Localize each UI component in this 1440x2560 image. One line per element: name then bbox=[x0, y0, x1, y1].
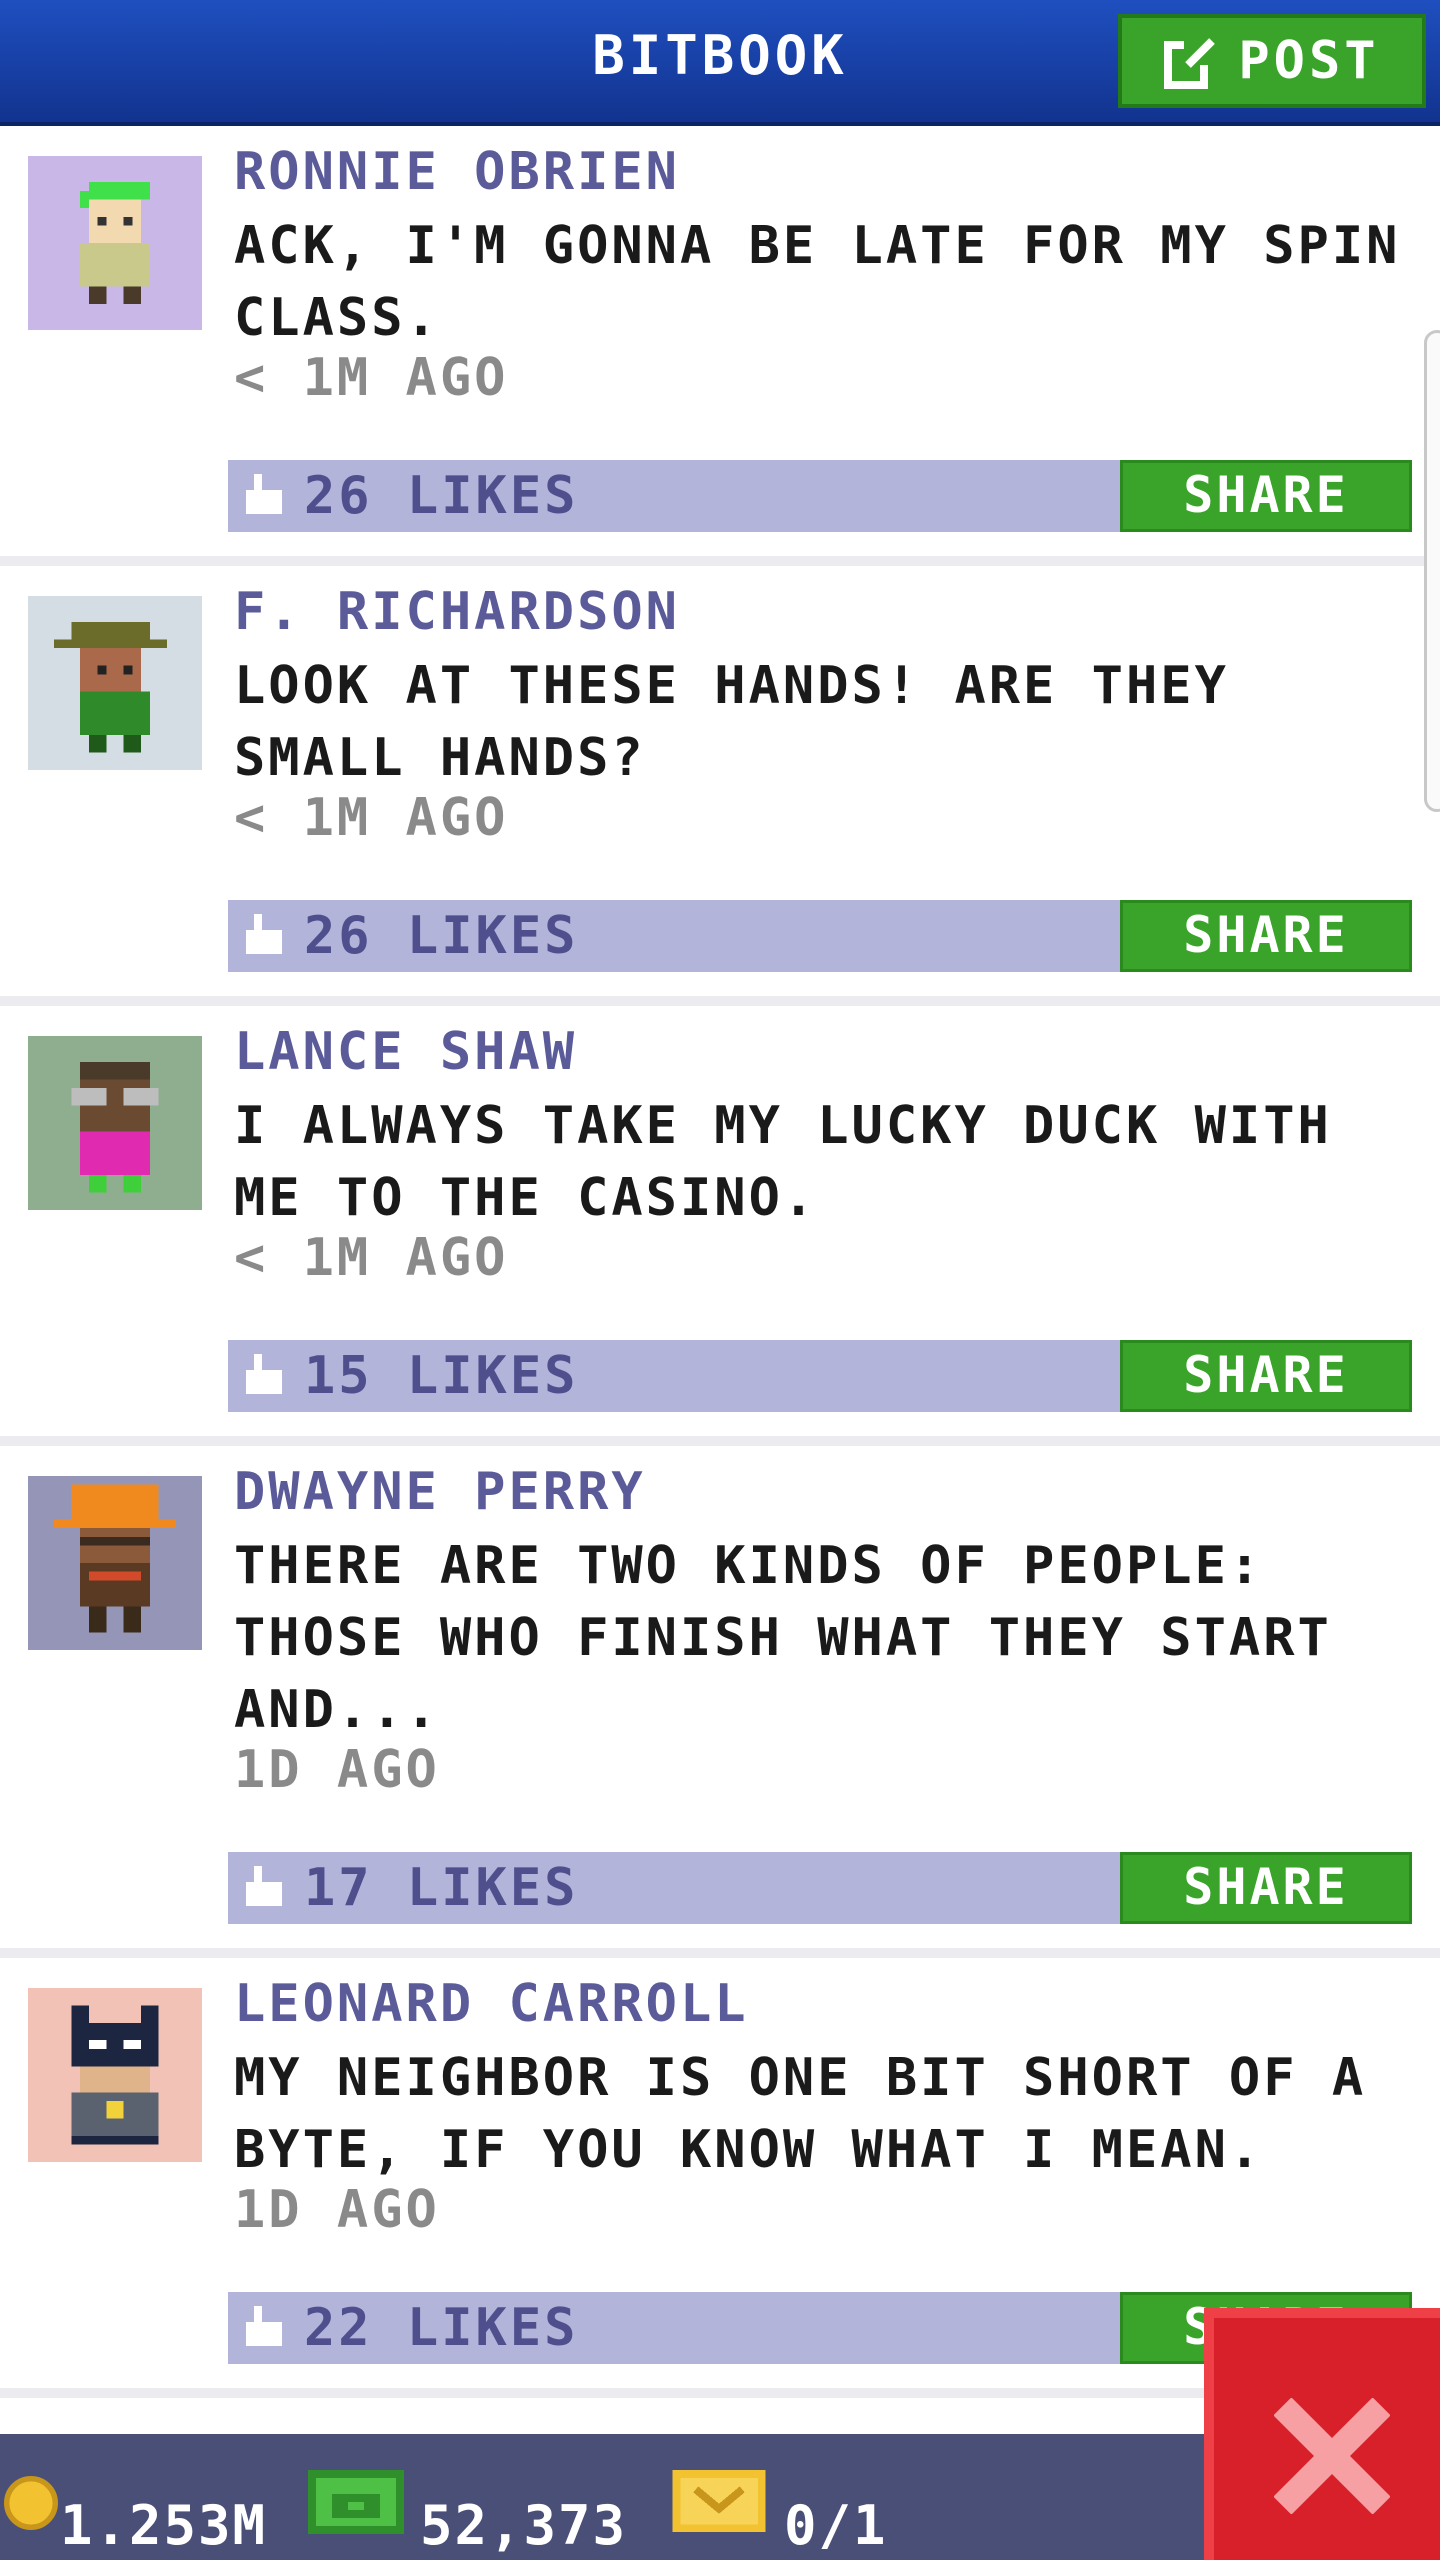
avatar bbox=[28, 596, 202, 770]
post-feed: RONNIE OBRIEN ACK, I'M GONNA BE LATE FOR… bbox=[0, 126, 1440, 2398]
likes-bar: 26 LIKES SHARE bbox=[228, 460, 1412, 532]
like-count: 17 LIKES bbox=[304, 1858, 579, 1918]
thumbs-up-icon[interactable] bbox=[242, 474, 286, 518]
like-count: 22 LIKES bbox=[304, 2298, 579, 2358]
post-button[interactable]: POST bbox=[1118, 14, 1426, 108]
close-icon bbox=[1274, 2398, 1390, 2514]
post-message: I ALWAYS TAKE MY LUCKY DUCK WITH ME TO T… bbox=[234, 1096, 1332, 1228]
bux-icon bbox=[308, 2470, 404, 2534]
like-count: 15 LIKES bbox=[304, 1346, 579, 1406]
scroll-handle[interactable] bbox=[1424, 330, 1440, 812]
feed-post: DWAYNE PERRY THERE ARE TWO KINDS OF PEOP… bbox=[0, 1446, 1440, 1958]
post-author[interactable]: DWAYNE PERRY bbox=[234, 1462, 646, 1522]
post-author[interactable]: RONNIE OBRIEN bbox=[234, 142, 680, 202]
likes-bar: 26 LIKES SHARE bbox=[228, 900, 1412, 972]
edit-icon bbox=[1164, 37, 1217, 89]
post-time: < 1M AGO bbox=[234, 348, 509, 408]
coins-value: 1.253M bbox=[60, 2494, 268, 2557]
thumbs-up-icon[interactable] bbox=[242, 1866, 286, 1910]
share-button[interactable]: SHARE bbox=[1120, 1852, 1412, 1924]
post-author[interactable]: LANCE SHAW bbox=[234, 1022, 577, 1082]
likes-bar: 15 LIKES SHARE bbox=[228, 1340, 1412, 1412]
share-button[interactable]: SHARE bbox=[1120, 1340, 1412, 1412]
post-message: MY NEIGHBOR IS ONE BIT SHORT OF A BYTE, … bbox=[234, 2048, 1367, 2180]
share-button[interactable]: SHARE bbox=[1120, 460, 1412, 532]
feed-post: RONNIE OBRIEN ACK, I'M GONNA BE LATE FOR… bbox=[0, 126, 1440, 566]
post-message: THERE ARE TWO KINDS OF PEOPLE: THOSE WHO… bbox=[234, 1536, 1332, 1740]
thumbs-up-icon[interactable] bbox=[242, 2306, 286, 2350]
post-time: 1D AGO bbox=[234, 2180, 440, 2240]
bitbook-screen: BITBOOK POST RONNIE OBRIEN ACK, I'M GONN… bbox=[0, 0, 1440, 2560]
post-time: < 1M AGO bbox=[234, 1228, 509, 1288]
post-button-label: POST bbox=[1238, 31, 1380, 91]
avatar bbox=[28, 1476, 202, 1650]
coin-icon bbox=[4, 2476, 58, 2530]
thumbs-up-icon[interactable] bbox=[242, 914, 286, 958]
post-time: < 1M AGO bbox=[234, 788, 509, 848]
post-message: LOOK AT THESE HANDS! ARE THEY SMALL HAND… bbox=[234, 656, 1229, 788]
ticket-icon bbox=[672, 2470, 766, 2532]
feed-post: F. RICHARDSON LOOK AT THESE HANDS! ARE T… bbox=[0, 566, 1440, 1006]
post-author[interactable]: LEONARD CARROLL bbox=[234, 1974, 749, 2034]
share-button[interactable]: SHARE bbox=[1120, 900, 1412, 972]
post-message: ACK, I'M GONNA BE LATE FOR MY SPIN CLASS… bbox=[234, 216, 1401, 348]
post-author[interactable]: F. RICHARDSON bbox=[234, 582, 680, 642]
avatar bbox=[28, 156, 202, 330]
tickets-value: 0/1 bbox=[784, 2494, 888, 2557]
likes-bar: 17 LIKES SHARE bbox=[228, 1852, 1412, 1924]
thumbs-up-icon[interactable] bbox=[242, 1354, 286, 1398]
like-count: 26 LIKES bbox=[304, 906, 579, 966]
post-time: 1D AGO bbox=[234, 1740, 440, 1800]
avatar bbox=[28, 1988, 202, 2162]
like-count: 26 LIKES bbox=[304, 466, 579, 526]
close-button[interactable] bbox=[1204, 2308, 1440, 2560]
header-bar: BITBOOK POST bbox=[0, 0, 1440, 126]
bux-value: 52,373 bbox=[420, 2494, 628, 2557]
avatar bbox=[28, 1036, 202, 1210]
feed-post: LANCE SHAW I ALWAYS TAKE MY LUCKY DUCK W… bbox=[0, 1006, 1440, 1446]
